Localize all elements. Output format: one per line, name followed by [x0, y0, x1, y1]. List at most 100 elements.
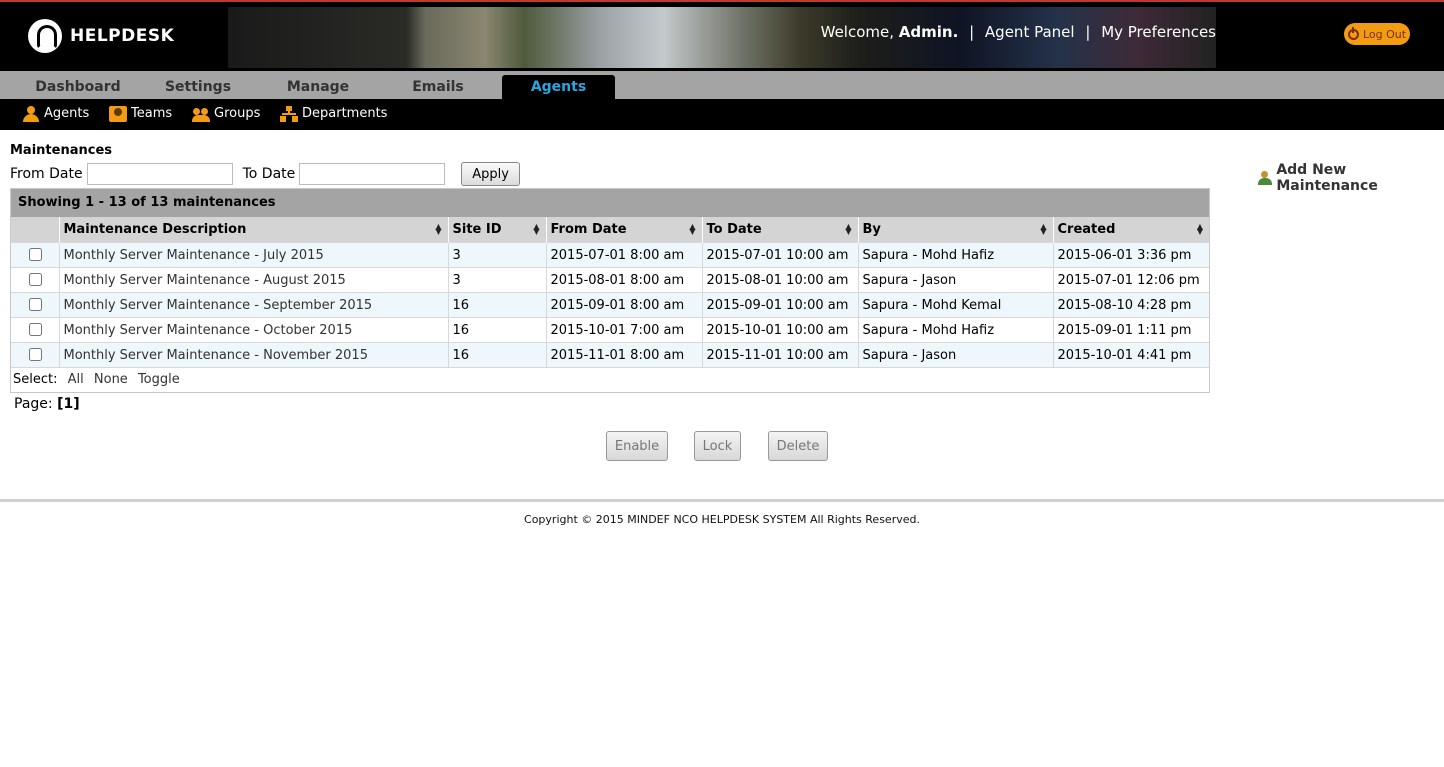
sort-icon: ▲ ▼: [1196, 222, 1203, 236]
subnav-item-groups[interactable]: Groups: [192, 104, 260, 124]
cell-site-id: 16: [447, 342, 546, 367]
select-controls: Select: All None Toggle: [11, 367, 1209, 392]
select-label: Select:: [13, 372, 58, 387]
row-checkbox[interactable]: [28, 323, 42, 336]
logo[interactable]: HELPDESK: [28, 19, 174, 53]
select-column-header: [11, 217, 59, 243]
showing-count: Showing 1 - 13 of 13 maintenances: [11, 189, 1209, 217]
cell-by: Sapura - Mohd Hafiz: [857, 242, 1053, 268]
table-row[interactable]: Monthly Server Maintenance - November 20…: [11, 342, 1209, 367]
welcome-bar: Welcome, Admin. | Agent Panel | My Prefe…: [821, 23, 1216, 41]
power-icon: [1347, 26, 1359, 40]
sort-icon: ▲ ▼: [435, 222, 442, 236]
to-date-input[interactable]: [299, 163, 446, 185]
footer-copyright: Copyright © 2015 MINDEF NCO HELPDESK SYS…: [524, 513, 920, 526]
table-row[interactable]: Monthly Server Maintenance - October 201…: [11, 317, 1209, 343]
column-header-from-date[interactable]: From Date ▲ ▼: [545, 217, 702, 243]
column-header-created[interactable]: Created ▲ ▼: [1052, 217, 1209, 243]
enable-button[interactable]: Enable: [606, 431, 668, 461]
tab-manage[interactable]: Manage: [268, 75, 368, 99]
pagination: Page: [1]: [14, 396, 80, 412]
table-row[interactable]: Monthly Server Maintenance - September 2…: [11, 292, 1209, 318]
cell-from-date: 2015-09-01 8:00 am: [545, 292, 702, 318]
row-checkbox[interactable]: [28, 248, 42, 261]
cell-site-id: 3: [447, 242, 546, 268]
welcome-user: Admin.: [898, 23, 959, 41]
divider: |: [969, 23, 975, 41]
cell-created: 2015-07-01 12:06 pm: [1052, 267, 1209, 293]
sort-icon: ▲ ▼: [1040, 222, 1047, 236]
lock-button[interactable]: Lock: [694, 431, 741, 461]
cell-description[interactable]: Monthly Server Maintenance - July 2015: [58, 242, 448, 268]
cell-site-id: 16: [447, 317, 546, 343]
column-header-site-id[interactable]: Site ID ▲ ▼: [447, 217, 546, 243]
add-user-icon: [1258, 171, 1273, 185]
pager-label: Page:: [14, 396, 53, 412]
cell-by: Sapura - Jason: [857, 342, 1053, 367]
sort-icon: ▲ ▼: [689, 222, 696, 236]
cell-to-date: 2015-08-01 10:00 am: [701, 267, 858, 293]
sort-icon: ▲ ▼: [845, 222, 852, 236]
welcome-prefix: Welcome,: [820, 23, 895, 41]
to-date-label: To Date: [242, 166, 296, 182]
row-checkbox[interactable]: [28, 348, 42, 361]
cell-description[interactable]: Monthly Server Maintenance - August 2015: [58, 267, 448, 293]
subnav-label: Agents: [44, 106, 90, 121]
cell-created: 2015-06-01 3:36 pm: [1052, 242, 1209, 268]
maintenance-table: Showing 1 - 13 of 13 maintenances Mainte…: [10, 188, 1210, 393]
delete-button[interactable]: Delete: [768, 431, 828, 461]
from-date-label: From Date: [10, 166, 83, 182]
table-row[interactable]: Monthly Server Maintenance - July 2015 3…: [11, 242, 1209, 268]
column-header-description[interactable]: Maintenance Description ▲ ▼: [58, 217, 448, 243]
subnav-label: Groups: [214, 106, 261, 121]
cell-description[interactable]: Monthly Server Maintenance - November 20…: [58, 342, 448, 367]
select-none-link[interactable]: None: [94, 372, 128, 387]
subnav-label: Teams: [131, 106, 173, 121]
cell-site-id: 16: [447, 292, 546, 318]
column-header-by[interactable]: By ▲ ▼: [857, 217, 1053, 243]
cell-to-date: 2015-07-01 10:00 am: [701, 242, 858, 268]
subnav-item-teams[interactable]: Teams: [109, 104, 172, 124]
cell-from-date: 2015-11-01 8:00 am: [545, 342, 702, 367]
tab-agents[interactable]: Agents: [502, 75, 615, 99]
group-icon: [192, 106, 210, 122]
column-header-to-date[interactable]: To Date ▲ ▼: [701, 217, 858, 243]
select-toggle-link[interactable]: Toggle: [138, 372, 180, 387]
department-icon: [280, 106, 298, 122]
sort-icon: ▲ ▼: [533, 222, 540, 236]
cell-description[interactable]: Monthly Server Maintenance - September 2…: [58, 292, 448, 318]
table-row[interactable]: Monthly Server Maintenance - August 2015…: [11, 267, 1209, 293]
cell-created: 2015-09-01 1:11 pm: [1052, 317, 1209, 343]
from-date-input[interactable]: [86, 163, 233, 185]
cell-by: Sapura - Mohd Kemal: [857, 292, 1053, 318]
main-tabs: Dashboard Settings Manage Emails Agents: [0, 71, 1444, 99]
page-link-current[interactable]: [1]: [57, 396, 80, 412]
tab-dashboard[interactable]: Dashboard: [28, 75, 128, 99]
row-checkbox[interactable]: [28, 298, 42, 311]
cell-description[interactable]: Monthly Server Maintenance - October 201…: [58, 317, 448, 343]
subnav-item-departments[interactable]: Departments: [280, 104, 387, 124]
cell-site-id: 3: [447, 267, 546, 293]
add-new-label: Add New Maintenance: [1276, 162, 1378, 194]
row-checkbox[interactable]: [28, 273, 42, 286]
tab-settings[interactable]: Settings: [148, 75, 248, 99]
person-icon: [22, 106, 40, 122]
subnav-item-agents[interactable]: Agents: [22, 104, 89, 124]
cell-from-date: 2015-10-01 7:00 am: [545, 317, 702, 343]
logout-button[interactable]: Log Out: [1344, 23, 1410, 45]
cell-to-date: 2015-10-01 10:00 am: [701, 317, 858, 343]
cell-created: 2015-08-10 4:28 pm: [1052, 292, 1209, 318]
tab-emails[interactable]: Emails: [388, 75, 488, 99]
select-all-link[interactable]: All: [68, 372, 84, 387]
cell-created: 2015-10-01 4:41 pm: [1052, 342, 1209, 367]
my-preferences-link[interactable]: My Preferences: [1101, 23, 1216, 41]
footer-divider: [0, 499, 1444, 502]
cell-by: Sapura - Jason: [857, 267, 1053, 293]
cell-from-date: 2015-08-01 8:00 am: [545, 267, 702, 293]
apply-button[interactable]: Apply: [461, 162, 520, 186]
table-header-row: Maintenance Description ▲ ▼ Site ID ▲ ▼ From…: [11, 217, 1209, 243]
agent-panel-link[interactable]: Agent Panel: [985, 23, 1075, 41]
logout-label: Log Out: [1362, 27, 1407, 41]
header: HELPDESK Welcome, Admin. | Agent Panel |…: [0, 0, 1444, 71]
add-new-maintenance-link[interactable]: Add New Maintenance: [1258, 162, 1444, 194]
